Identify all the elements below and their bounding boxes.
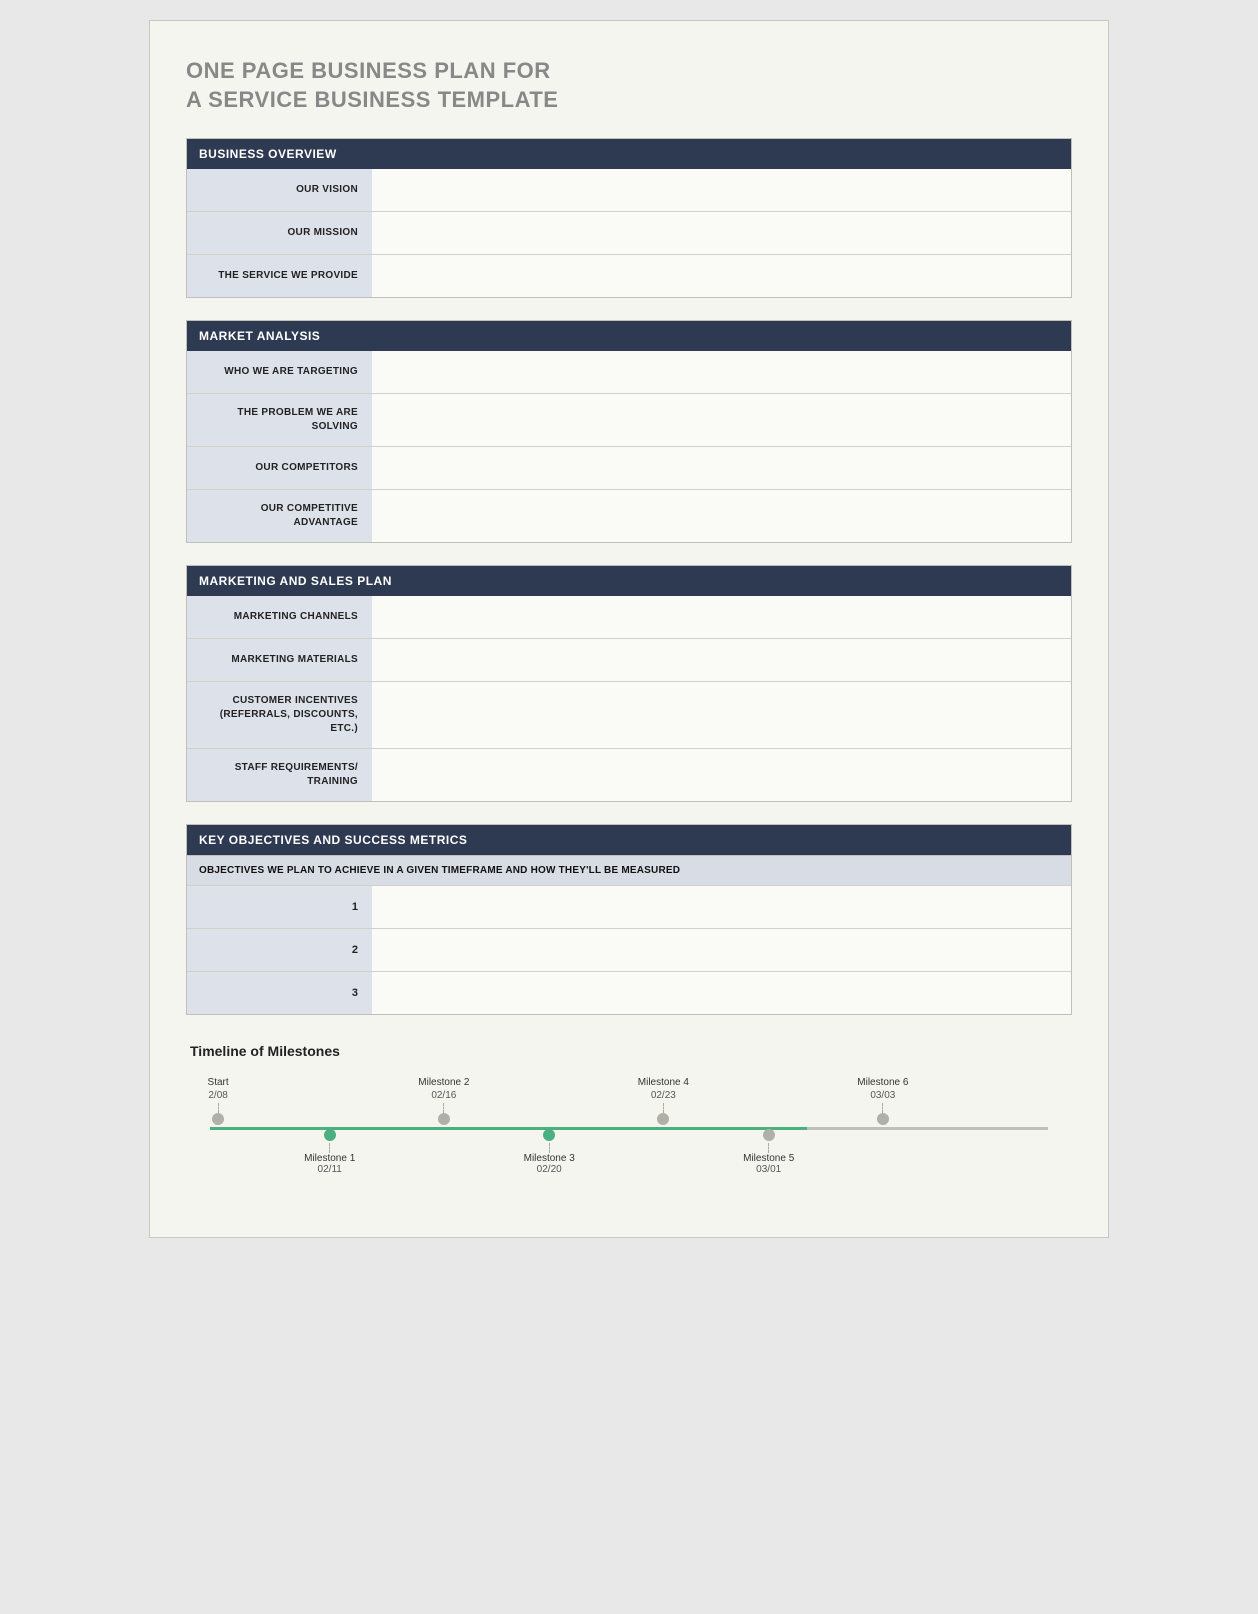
- targeting-label: WHO WE ARE TARGETING: [187, 351, 372, 393]
- marketing-channels-content[interactable]: [372, 596, 1071, 638]
- our-mission-content[interactable]: [372, 212, 1071, 254]
- table-row: 2: [187, 928, 1071, 971]
- key-objectives-header: KEY OBJECTIVES AND SUCCESS METRICS: [187, 825, 1071, 855]
- our-mission-label: OUR MISSION: [187, 212, 372, 254]
- targeting-content[interactable]: [372, 351, 1071, 393]
- milestone-start: Start 2/08: [208, 1077, 229, 1127]
- business-overview-body: OUR VISION OUR MISSION THE SERVICE WE PR…: [187, 169, 1071, 297]
- milestone-dashed: [768, 1143, 769, 1153]
- title-line2: A SERVICE BUSINESS TEMPLATE: [186, 86, 1072, 115]
- marketing-sales-header: MARKETING AND SALES PLAN: [187, 566, 1071, 596]
- milestone-dashed: [663, 1103, 664, 1113]
- milestone-5-dot: [763, 1129, 775, 1141]
- table-row: STAFF REQUIREMENTS/ TRAINING: [187, 748, 1071, 801]
- marketing-channels-label: MARKETING CHANNELS: [187, 596, 372, 638]
- marketing-materials-content[interactable]: [372, 639, 1071, 681]
- business-overview-section: BUSINESS OVERVIEW OUR VISION OUR MISSION…: [186, 138, 1072, 298]
- obj-num-1: 1: [187, 886, 372, 928]
- timeline-container: Start 2/08 Milestone 2 02/16 Milestone 4…: [190, 1077, 1068, 1197]
- business-overview-header: BUSINESS OVERVIEW: [187, 139, 1071, 169]
- table-row: THE SERVICE WE PROVIDE: [187, 254, 1071, 297]
- table-row: OUR COMPETITORS: [187, 446, 1071, 489]
- milestone-dashed: [549, 1143, 550, 1153]
- key-objectives-section: KEY OBJECTIVES AND SUCCESS METRICS OBJEC…: [186, 824, 1072, 1015]
- obj-content-1[interactable]: [372, 886, 1071, 928]
- market-analysis-section: MARKET ANALYSIS WHO WE ARE TARGETING THE…: [186, 320, 1072, 543]
- milestone-2-top: Milestone 2 02/16: [418, 1077, 469, 1127]
- our-vision-content[interactable]: [372, 169, 1071, 211]
- obj-num-2: 2: [187, 929, 372, 971]
- milestone-1-label: Milestone 1: [304, 1153, 355, 1164]
- key-objectives-body: 1 2 3: [187, 885, 1071, 1014]
- milestone-4-dot: [657, 1113, 669, 1125]
- page: ONE PAGE BUSINESS PLAN FOR A SERVICE BUS…: [149, 20, 1109, 1238]
- milestone-2-label: Milestone 2: [418, 1077, 469, 1088]
- milestone-start-date: 2/08: [208, 1090, 227, 1101]
- our-vision-label: OUR VISION: [187, 169, 372, 211]
- timeline-progress-line: [210, 1127, 807, 1130]
- obj-num-3: 3: [187, 972, 372, 1014]
- problem-content[interactable]: [372, 394, 1071, 446]
- market-analysis-header: MARKET ANALYSIS: [187, 321, 1071, 351]
- competitors-label: OUR COMPETITORS: [187, 447, 372, 489]
- milestone-dashed: [218, 1103, 219, 1113]
- milestone-1-date: 02/11: [318, 1164, 342, 1175]
- competitors-content[interactable]: [372, 447, 1071, 489]
- milestone-4-label: Milestone 4: [638, 1077, 689, 1088]
- milestone-2-dot: [438, 1113, 450, 1125]
- milestone-5-date: 03/01: [756, 1164, 781, 1175]
- milestone-1-bottom: Milestone 1 02/11: [304, 1129, 355, 1175]
- service-provide-content[interactable]: [372, 255, 1071, 297]
- title-line1: ONE PAGE BUSINESS PLAN FOR: [186, 57, 1072, 86]
- marketing-materials-label: MARKETING MATERIALS: [187, 639, 372, 681]
- milestone-6-label: Milestone 6: [857, 1077, 908, 1088]
- table-row: OUR MISSION: [187, 211, 1071, 254]
- milestone-6-top: Milestone 6 03/03: [857, 1077, 908, 1127]
- milestone-5-label: Milestone 5: [743, 1153, 794, 1164]
- milestone-4-top: Milestone 4 02/23: [638, 1077, 689, 1127]
- table-row: OUR VISION: [187, 169, 1071, 211]
- customer-incentives-content[interactable]: [372, 682, 1071, 748]
- milestone-start-label: Start: [208, 1077, 229, 1088]
- service-provide-label: THE SERVICE WE PROVIDE: [187, 255, 372, 297]
- table-row: THE PROBLEM WE ARE SOLVING: [187, 393, 1071, 446]
- marketing-sales-section: MARKETING AND SALES PLAN MARKETING CHANN…: [186, 565, 1072, 802]
- table-row: MARKETING CHANNELS: [187, 596, 1071, 638]
- timeline-section: Timeline of Milestones Start 2/08 Milest…: [186, 1043, 1072, 1197]
- milestone-3-bottom: Milestone 3 02/20: [524, 1129, 575, 1175]
- table-row: 1: [187, 885, 1071, 928]
- milestone-start-dot: [212, 1113, 224, 1125]
- table-row: WHO WE ARE TARGETING: [187, 351, 1071, 393]
- staff-requirements-label: STAFF REQUIREMENTS/ TRAINING: [187, 749, 372, 801]
- key-objectives-subheader: OBJECTIVES WE PLAN TO ACHIEVE IN A GIVEN…: [187, 855, 1071, 885]
- staff-requirements-content[interactable]: [372, 749, 1071, 801]
- table-row: 3: [187, 971, 1071, 1014]
- milestone-dashed: [882, 1103, 883, 1113]
- marketing-sales-body: MARKETING CHANNELS MARKETING MATERIALS C…: [187, 596, 1071, 801]
- milestone-5-bottom: Milestone 5 03/01: [743, 1129, 794, 1175]
- milestone-4-date: 02/23: [651, 1090, 676, 1101]
- table-row: MARKETING MATERIALS: [187, 638, 1071, 681]
- obj-content-2[interactable]: [372, 929, 1071, 971]
- milestone-dashed: [329, 1143, 330, 1153]
- market-analysis-body: WHO WE ARE TARGETING THE PROBLEM WE ARE …: [187, 351, 1071, 542]
- milestone-dashed: [443, 1103, 444, 1113]
- milestone-3-date: 02/20: [537, 1164, 562, 1175]
- milestone-3-dot: [543, 1129, 555, 1141]
- customer-incentives-label: CUSTOMER INCENTIVES (REFERRALS, DISCOUNT…: [187, 682, 372, 748]
- main-title: ONE PAGE BUSINESS PLAN FOR A SERVICE BUS…: [186, 57, 1072, 114]
- advantage-content[interactable]: [372, 490, 1071, 542]
- table-row: CUSTOMER INCENTIVES (REFERRALS, DISCOUNT…: [187, 681, 1071, 748]
- milestone-3-label: Milestone 3: [524, 1153, 575, 1164]
- timeline-title: Timeline of Milestones: [190, 1043, 1068, 1059]
- milestone-6-dot: [877, 1113, 889, 1125]
- milestone-1-dot: [324, 1129, 336, 1141]
- advantage-label: OUR COMPETITIVE ADVANTAGE: [187, 490, 372, 542]
- milestone-6-date: 03/03: [870, 1090, 895, 1101]
- table-row: OUR COMPETITIVE ADVANTAGE: [187, 489, 1071, 542]
- milestone-2-date: 02/16: [431, 1090, 456, 1101]
- problem-label: THE PROBLEM WE ARE SOLVING: [187, 394, 372, 446]
- obj-content-3[interactable]: [372, 972, 1071, 1014]
